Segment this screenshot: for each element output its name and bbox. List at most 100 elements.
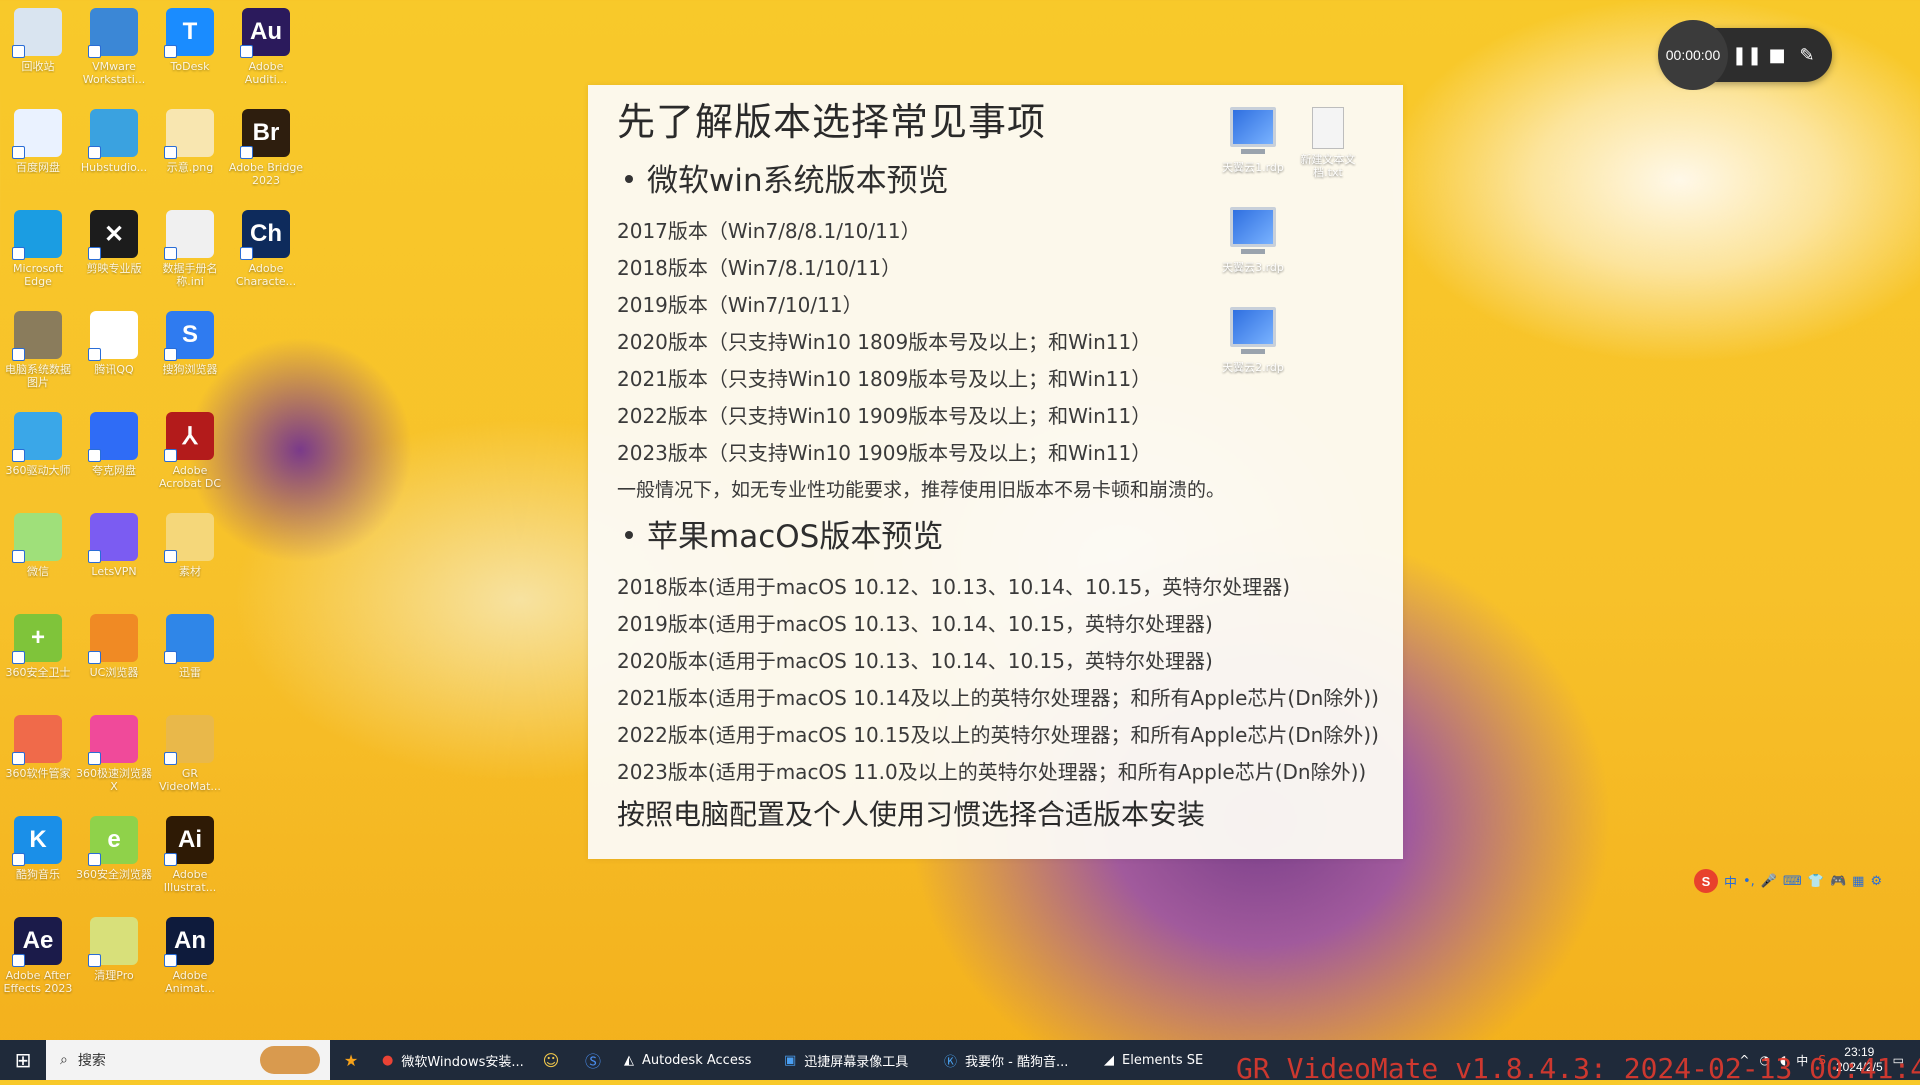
desktop-icon[interactable]: 夸克网盘 — [76, 406, 152, 477]
after-effects-icon: Ae — [12, 917, 62, 967]
skin-icon[interactable]: 👕 — [1808, 874, 1824, 889]
txt-file[interactable]: 新建文本文档.txt — [1288, 107, 1368, 179]
qq-icon — [88, 311, 138, 361]
monitor-icon — [1230, 307, 1276, 354]
desktop-icon[interactable]: Microsoft Edge — [0, 204, 76, 288]
desktop-icon-label: Adobe Characte... — [235, 262, 297, 288]
desktop-icon[interactable]: 迅雷 — [152, 608, 228, 679]
taskbar-item-screen-recorder[interactable]: ▣ 迅捷屏幕录像工具 — [774, 1040, 934, 1080]
desktop-icon[interactable]: T ToDesk — [152, 2, 228, 73]
pen-icon[interactable]: ✎ — [1792, 28, 1822, 82]
desktop-icon[interactable]: 360驱动大师 — [0, 406, 76, 477]
desktop-icon[interactable]: GR VideoMat... — [152, 709, 228, 793]
file-label: 天翼云3.rdp — [1222, 261, 1284, 274]
rdp-file-1[interactable]: 天翼云1.rdp — [1213, 107, 1293, 174]
taskbar-pinned-smile-icon[interactable]: ☺ — [530, 1040, 572, 1080]
desktop-icon[interactable]: ⅄ Adobe Acrobat DC — [152, 406, 228, 490]
capcut-icon: ✕ — [88, 210, 138, 260]
ini-file-icon — [164, 210, 214, 260]
desktop-icon-label: ToDesk — [170, 60, 210, 73]
desktop-icon-label: Adobe Bridge 2023 — [228, 161, 304, 187]
ime-mode[interactable]: 中 — [1724, 872, 1737, 891]
sogou-browser-icon: S — [164, 311, 214, 361]
desktop-icon[interactable]: VMware Workstati... — [76, 2, 152, 86]
microphone-icon[interactable]: 🎤 — [1761, 874, 1777, 889]
desktop-icon[interactable]: S 搜狗浏览器 — [152, 305, 228, 376]
taskbar-search[interactable]: ⌕ 搜索 — [46, 1040, 330, 1080]
baidu-netdisk-icon — [12, 109, 62, 159]
desktop-icon-label: VMware Workstati... — [82, 60, 146, 86]
punctuation-icon[interactable]: •, — [1743, 874, 1755, 889]
desktop-icon-label: 清理Pro — [94, 969, 134, 982]
sogou-ime-icon[interactable]: S — [1694, 869, 1718, 893]
cleaner-pro-icon — [88, 917, 138, 967]
desktop-icon[interactable]: 清理Pro — [76, 911, 152, 982]
desktop-icon-label: Adobe Animat... — [165, 969, 215, 995]
desktop-icon-label: 夸克网盘 — [92, 464, 136, 477]
desktop-icon[interactable]: 微信 — [0, 507, 76, 578]
desktop-icon-label: GR VideoMat... — [159, 767, 221, 793]
taskbar-item-elements[interactable]: ◢ Elements SE — [1094, 1040, 1234, 1080]
game-icon[interactable]: 🎮 — [1830, 874, 1846, 889]
desktop-icon[interactable]: An Adobe Animat... — [152, 911, 228, 995]
desktop-icon-label: 360极速浏览器X — [76, 767, 152, 793]
taskbar-pinned-star-icon[interactable]: ★ — [330, 1040, 372, 1080]
wechat-icon — [12, 513, 62, 563]
chrome-icon: ● — [382, 1052, 394, 1068]
desktop-icon[interactable]: 素材 — [152, 507, 228, 578]
desktop-icon-label: 微信 — [27, 565, 49, 578]
kugou-icon: Ⓚ — [944, 1054, 958, 1070]
taskbar-item-autodesk[interactable]: ◭ Autodesk Access — [614, 1040, 774, 1080]
win-line: 2018版本（Win7/8.1/10/11） — [617, 256, 902, 280]
desktop-icon[interactable]: 百度网盘 — [0, 103, 76, 174]
desktop-icon-label: 百度网盘 — [16, 161, 60, 174]
stop-icon[interactable]: ■ — [1762, 28, 1792, 82]
desktop-icon[interactable]: Au Adobe Auditi... — [228, 2, 304, 86]
taskbar-pinned-browser-icon[interactable]: Ⓢ — [572, 1040, 614, 1080]
win-line: 2022版本（只支持Win10 1909版本号及以上；和Win11） — [617, 404, 1152, 428]
taskbar-item-chrome[interactable]: ● 微软Windows安装... — [372, 1040, 530, 1080]
desktop-icon-label: LetsVPN — [91, 565, 137, 578]
settings-icon[interactable]: ⚙ — [1870, 874, 1882, 889]
pause-icon[interactable]: ❚❚ — [1732, 28, 1762, 82]
screen-recorder-icon: ▣ — [784, 1052, 797, 1068]
desktop-icon[interactable]: e 360安全浏览器 — [76, 810, 152, 881]
taskbar-item-label: 迅捷屏幕录像工具 — [804, 1054, 909, 1070]
desktop-icon-label: 酷狗音乐 — [16, 868, 60, 881]
windows-start-icon[interactable]: ⊞ — [0, 1040, 46, 1080]
desktop-icon[interactable]: +360安全卫士 — [0, 608, 76, 679]
toolbox-icon[interactable]: ▦ — [1852, 874, 1864, 889]
letsvpn-icon — [88, 513, 138, 563]
desktop-icon[interactable]: 数据手册名称.ini — [152, 204, 228, 288]
uc-browser-icon — [88, 614, 138, 664]
desktop-icon-label: 回收站 — [21, 60, 55, 73]
desktop-icon-grid: 回收站 VMware Workstati... T ToDesk Au Adobe Aud… — [0, 0, 303, 1040]
desktop-icon[interactable]: Ai Adobe Illustrat... — [152, 810, 228, 894]
desktop-icon[interactable]: Hubstudio... — [76, 103, 152, 174]
rdp-file-2[interactable]: 天翼云2.rdp — [1213, 307, 1293, 374]
desktop-icon-label: 搜狗浏览器 — [162, 363, 218, 376]
todesk-icon: T — [164, 8, 214, 58]
desktop-icon[interactable]: 回收站 — [0, 2, 76, 73]
desktop-icon[interactable]: 示意.png — [152, 103, 228, 174]
desktop-icon-label: Hubstudio... — [80, 161, 148, 174]
desktop-icon[interactable]: K 酷狗音乐 — [0, 810, 76, 881]
desktop-icon-label: 素材 — [179, 565, 201, 578]
desktop-icon[interactable]: Br Adobe Bridge 2023 — [228, 103, 304, 187]
desktop-icon[interactable]: 360极速浏览器X — [76, 709, 152, 793]
desktop-icon[interactable]: LetsVPN — [76, 507, 152, 578]
desktop-icon[interactable]: 电脑系统数据图片 — [0, 305, 76, 389]
desktop-icon[interactable]: ✕ 剪映专业版 — [76, 204, 152, 275]
desktop-icon[interactable]: 腾讯QQ — [76, 305, 152, 376]
quark-icon — [88, 412, 138, 462]
desktop-icon[interactable]: Ch Adobe Characte... — [228, 204, 304, 288]
desktop-icon[interactable]: Ae Adobe After Effects 2023 — [0, 911, 76, 995]
rdp-file-3[interactable]: 天翼云3.rdp — [1213, 207, 1293, 274]
keyboard-icon[interactable]: ⌨ — [1783, 874, 1802, 889]
desktop-icon[interactable]: UC浏览器 — [76, 608, 152, 679]
desktop-icon[interactable]: 360软件管家 — [0, 709, 76, 780]
desktop-icon-label: 数据手册名称.ini — [162, 262, 218, 288]
elements-icon: ◢ — [1104, 1052, 1114, 1068]
win-section-heading: 微软win系统版本预览 — [617, 155, 949, 200]
taskbar-item-kugou[interactable]: Ⓚ 我要你 - 酷狗音... — [934, 1040, 1094, 1080]
